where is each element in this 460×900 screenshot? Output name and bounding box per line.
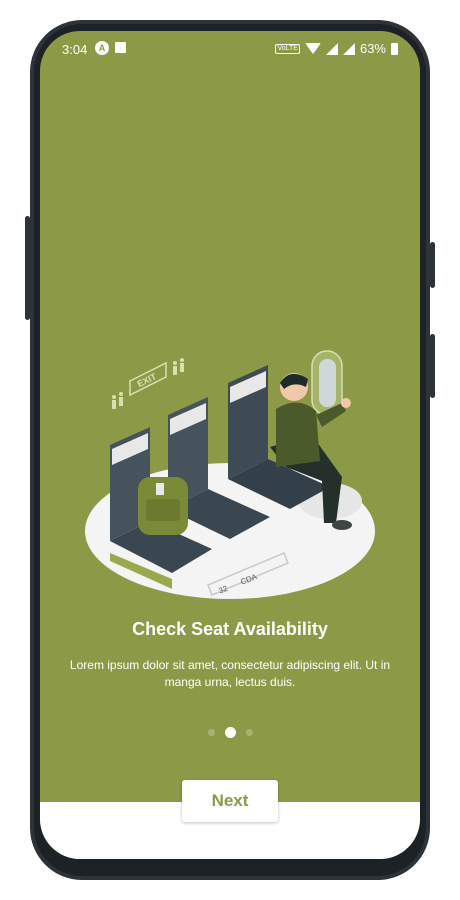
next-button[interactable]: Next [182,780,278,822]
restroom-icon-left [112,392,123,409]
battery-icon [391,42,398,55]
volume-button [25,216,30,320]
side-button [430,334,435,398]
restroom-icon-right [173,358,184,375]
page-dot-2-active[interactable] [224,727,236,738]
onboarding-title: Check Seat Availability [132,619,328,639]
wifi-icon [304,43,321,54]
exit-sign: EXIT [129,361,167,397]
volte-icon: VoLTE [275,43,300,54]
page-dot-1[interactable] [207,729,215,736]
app-notification-icon: A [95,41,109,55]
image-notification-icon [115,42,126,53]
airplane-seat-illustration: EXIT 32 CDA [85,350,375,599]
page-dot-3[interactable] [245,729,253,736]
screen: 3:04 A VoLTE 63% EXIT 32 CDA Check Seat … [40,31,420,859]
backpack-icon [138,477,188,535]
signal-icon [325,42,338,55]
status-right: VoLTE 63% [275,41,398,56]
onboarding-description: Lorem ipsum dolor sit amet, consectetur … [69,658,391,689]
status-bar: 3:04 A VoLTE 63% [40,31,420,67]
battery-percent: 63% [359,41,386,56]
page-indicator [40,727,420,738]
status-time: 3:04 [62,42,88,57]
signal-icon-2 [342,42,355,55]
power-button [430,242,435,288]
